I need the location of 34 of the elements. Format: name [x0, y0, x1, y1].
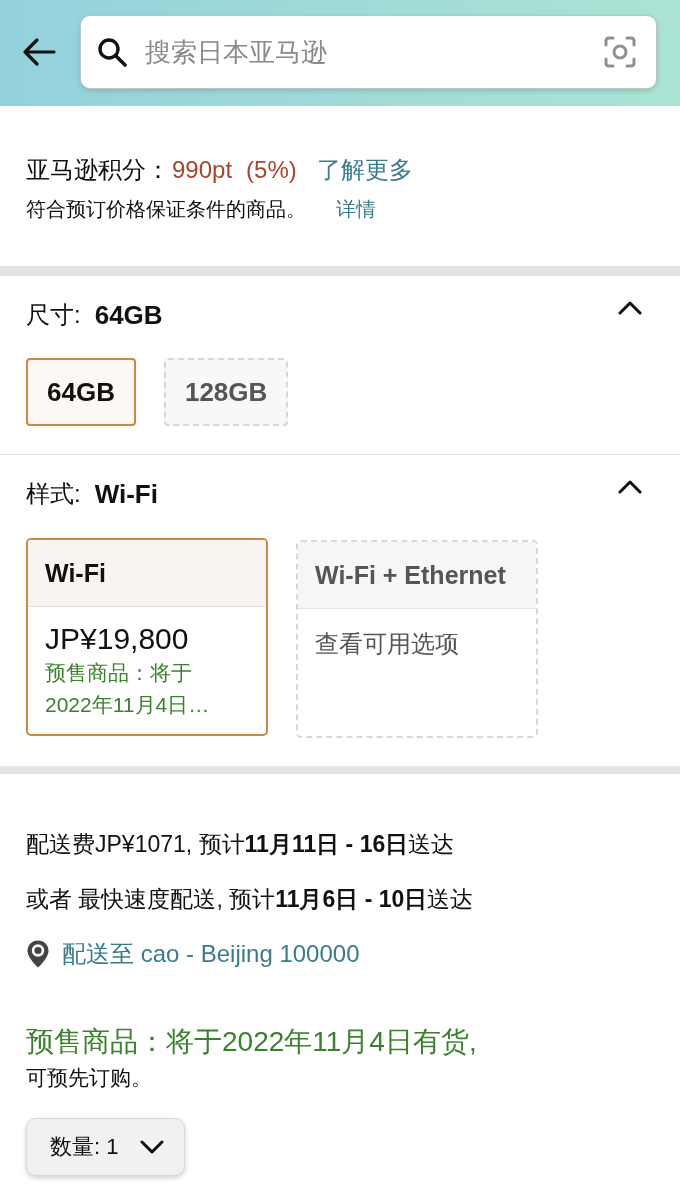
option-title: Wi-Fi	[45, 558, 106, 588]
option-title: Wi-Fi + Ethernet	[315, 560, 506, 590]
option-price: JP¥19,800	[45, 621, 190, 657]
variation-value: Wi-Fi	[94, 478, 158, 510]
points-rate: (5%)	[246, 156, 297, 184]
style-option-card[interactable]: Wi-Fi JP¥19,800 预售商品：将于 2022年11月4日…	[26, 538, 268, 736]
quantity-dropdown[interactable]: 数量: 1	[26, 1118, 186, 1176]
size-option-button[interactable]: 64GB	[26, 358, 136, 426]
delivery-address-link[interactable]: 配送至 cao - Beijing 100000	[62, 938, 360, 970]
delivery-estimate-text: 配送费JP¥1071, 预计11月11日 - 16日送达	[26, 830, 456, 859]
chevron-up-icon[interactable]	[618, 300, 642, 315]
points-label: 亚马逊积分：	[26, 155, 170, 185]
variation-label: 样式:	[26, 479, 81, 509]
back-arrow-icon[interactable]	[22, 37, 56, 67]
delivery-estimate-text: 或者 最快速度配送, 预计11月6日 - 10日送达	[26, 885, 475, 914]
chevron-down-icon	[140, 1139, 165, 1155]
style-option-card[interactable]: Wi-Fi + Ethernet 查看可用选项	[296, 540, 538, 738]
variation-value: 64GB	[94, 299, 163, 331]
points-value: 990pt	[172, 156, 233, 184]
details-link[interactable]: 详情	[336, 195, 376, 223]
preorder-text: 可预先订购。	[26, 1065, 153, 1091]
options-hint: 查看可用选项	[315, 629, 460, 659]
location-pin-icon	[26, 939, 50, 969]
price-guarantee-text: 符合预订价格保证条件的商品。	[26, 196, 306, 222]
chevron-up-icon[interactable]	[618, 479, 642, 494]
size-option-button[interactable]: 128GB	[163, 358, 289, 426]
search-field[interactable]: 搜索日本亚马逊	[80, 15, 657, 89]
variation-label: 尺寸:	[26, 300, 81, 330]
availability-status: 预售商品：将于2022年11月4日有货,	[26, 1025, 478, 1059]
camera-icon[interactable]	[604, 36, 636, 68]
search-input[interactable]: 搜索日本亚马逊	[145, 36, 586, 68]
learn-more-link[interactable]: 了解更多	[316, 154, 413, 186]
search-icon	[97, 37, 127, 67]
preorder-note: 预售商品：将于 2022年11月4日…	[45, 660, 211, 718]
